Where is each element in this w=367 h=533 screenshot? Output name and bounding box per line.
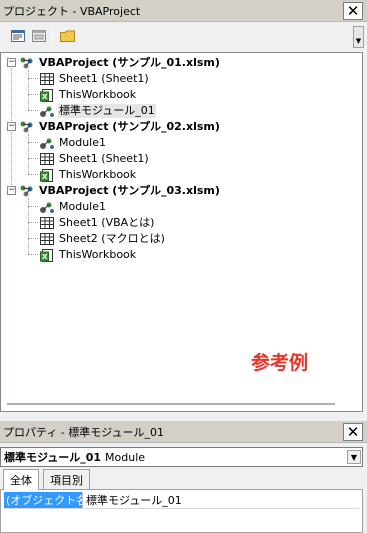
tree-item-workbook[interactable]: X ThisWorkbook [39,167,137,183]
vba-project-icon [19,56,35,70]
horizontal-scrollbar[interactable] [7,403,335,405]
tree-project-node[interactable]: VBAProject (サンプル_01.xlsm) [19,55,221,71]
tree-item-workbook[interactable]: X ThisWorkbook [39,87,137,103]
tree-item-label: Sheet1 (Sheet1) [59,152,149,165]
tree-line [28,238,38,239]
tree-line [28,254,38,255]
tree-line [28,134,29,174]
tree-item-label: Sheet1 (VBAとは) [59,216,155,229]
tree-line [28,70,29,110]
properties-close-button[interactable]: ✕ [343,423,363,441]
tree-item-module[interactable]: Module1 [39,135,107,151]
tree-line [28,142,38,143]
tree-item-label: Module1 [59,136,106,149]
collapse-icon[interactable]: − [7,58,16,67]
toolbar-separator [52,28,53,45]
workbook-icon: X [39,248,55,262]
module-icon [39,104,55,118]
module-icon [39,200,55,214]
tree-item-sheet[interactable]: Sheet1 (Sheet1) [39,71,150,87]
properties-tabs: 全体 項目別 [0,469,367,490]
project-label: VBAProject (サンプル_03.xlsm) [39,184,220,197]
tree-item-label: Sheet2 (マクロとは) [59,232,165,245]
svg-text:X: X [42,93,48,101]
workbook-icon: X [39,168,55,182]
tree-item-label: 標準モジュール_01 [58,104,156,118]
property-row[interactable]: (オブジェクト名) 標準モジュール_01 [4,491,182,508]
sheet-icon [39,216,55,230]
toggle-folders-icon[interactable] [57,27,77,45]
project-window-title: プロジェクト - VBAProject [3,5,141,18]
property-grid[interactable]: (オブジェクト名) 標準モジュール_01 [0,489,363,533]
collapse-icon[interactable]: − [7,122,16,131]
tree-line [28,158,38,159]
vba-project-icon [19,184,35,198]
sheet-icon [39,152,55,166]
tree-line [28,94,38,95]
project-close-button[interactable]: ✕ [343,2,363,20]
object-selector[interactable]: 標準モジュール_01 Module ▼ [0,447,363,467]
tree-line [11,68,12,125]
tree-item-module[interactable]: Module1 [39,199,107,215]
toolbar-overflow-icon[interactable]: ▼ [353,26,364,48]
tree-item-label: ThisWorkbook [59,168,137,181]
annotation-label: 参考例 [251,352,309,374]
project-label: VBAProject (サンプル_01.xlsm) [39,56,220,69]
chevron-down-icon[interactable]: ▼ [347,450,361,464]
vba-project-icon [19,120,35,134]
svg-text:X: X [42,253,48,261]
tree-item-sheet[interactable]: Sheet1 (Sheet1) [39,151,150,167]
property-value[interactable]: 標準モジュール_01 [82,491,182,508]
project-label: VBAProject (サンプル_02.xlsm) [39,120,220,133]
tree-item-label: ThisWorkbook [59,248,137,261]
tree-project-node[interactable]: VBAProject (サンプル_02.xlsm) [19,119,221,135]
row-divider [4,508,359,509]
collapse-icon[interactable]: − [7,186,16,195]
object-name: 標準モジュール_01 [4,451,102,464]
tree-item-sheet[interactable]: Sheet1 (VBAとは) [39,215,155,231]
project-tree[interactable]: − VBAProject (サンプル_01.xlsm) Sheet1 (Shee… [0,52,363,412]
module-icon [39,136,55,150]
project-window-titlebar: プロジェクト - VBAProject ✕ [0,0,367,22]
tab-alphabetic[interactable]: 全体 [3,469,39,490]
tree-item-workbook[interactable]: X ThisWorkbook [39,247,137,263]
view-object-icon[interactable] [29,27,49,45]
tree-line [11,132,12,189]
view-code-icon[interactable] [8,27,28,45]
property-name: (オブジェクト名) [4,491,92,508]
workbook-icon: X [39,88,55,102]
tab-categorized[interactable]: 項目別 [43,469,90,489]
tree-line [28,206,38,207]
tree-line [28,78,38,79]
tree-project-node[interactable]: VBAProject (サンプル_03.xlsm) [19,183,221,199]
tree-item-module[interactable]: 標準モジュール_01 [39,103,156,119]
tree-line [28,110,38,111]
properties-window-title: プロパティ - 標準モジュール_01 [3,426,165,439]
tree-line [28,174,38,175]
object-type: Module [105,450,146,464]
tree-item-label: ThisWorkbook [59,88,137,101]
tree-line [28,222,38,223]
sheet-icon [39,232,55,246]
tree-item-label: Module1 [59,200,106,213]
properties-window-titlebar: プロパティ - 標準モジュール_01 ✕ [0,421,367,443]
svg-text:X: X [42,173,48,181]
tree-item-sheet[interactable]: Sheet2 (マクロとは) [39,231,166,247]
project-toolbar: ▼ [0,22,367,52]
sheet-icon [39,72,55,86]
tree-item-label: Sheet1 (Sheet1) [59,72,149,85]
